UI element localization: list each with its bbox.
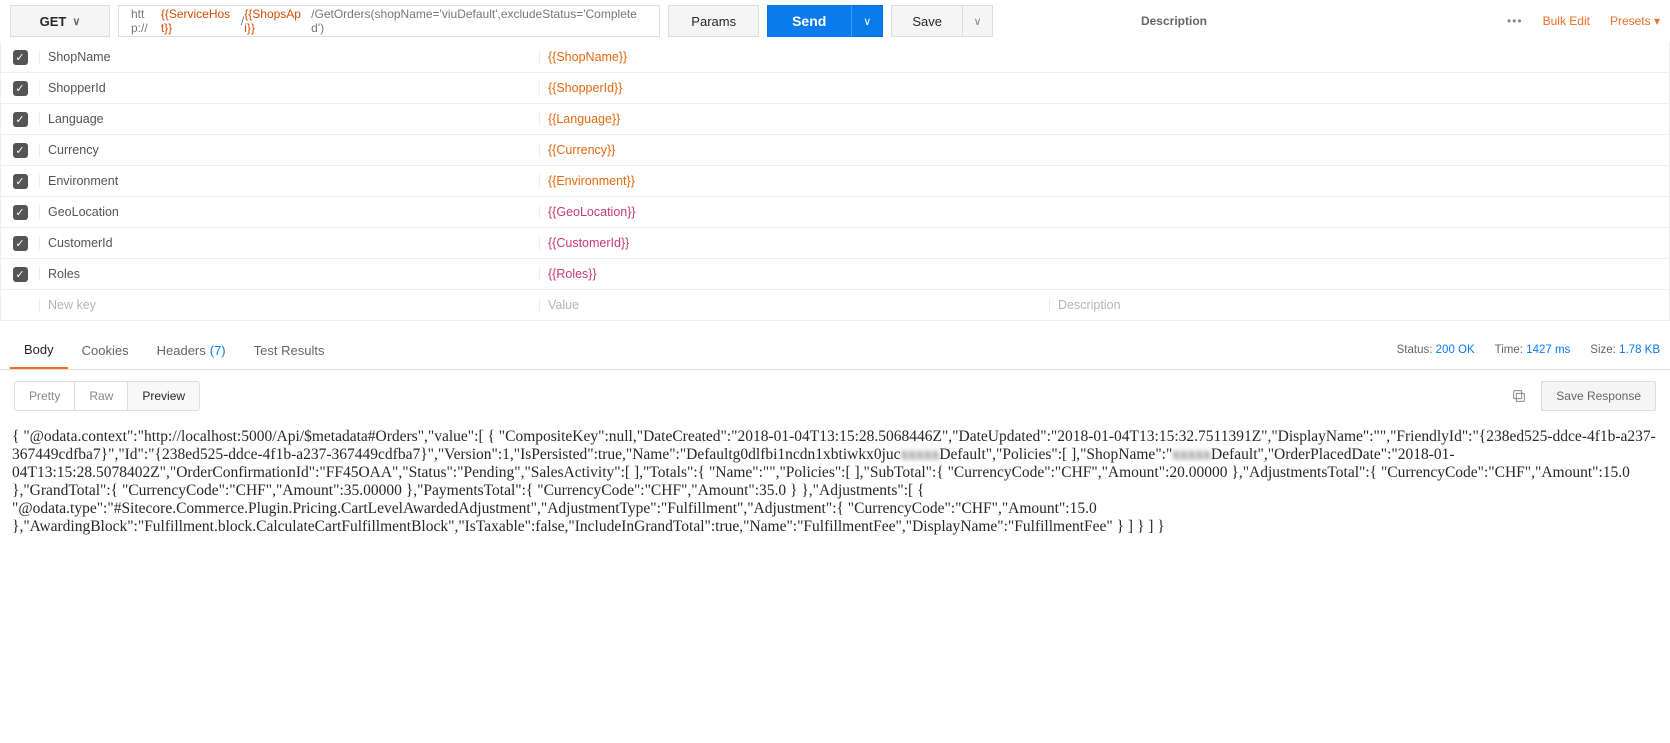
param-row[interactable]: ✓ShopName{{ShopName}} [0,42,1670,73]
param-desc-input[interactable] [1049,298,1669,312]
param-value[interactable]: {{CustomerId}} [539,236,1049,250]
bulk-edit-link[interactable]: Bulk Edit [1543,14,1590,28]
param-row-new[interactable] [0,290,1670,321]
param-key[interactable]: GeoLocation [39,205,539,219]
param-value[interactable]: {{ShopperId}} [539,81,1049,95]
response-meta: Status: 200 OK Time: 1427 ms Size: 1.78 … [1397,344,1660,356]
param-checkbox[interactable]: ✓ [1,205,39,220]
param-checkbox[interactable]: ✓ [1,174,39,189]
param-value[interactable]: {{GeoLocation}} [539,205,1049,219]
tab-body[interactable]: Body [10,331,68,369]
url-input[interactable]: http://{{ServiceHost}}/{{ShopsApi}}/GetO… [118,5,660,37]
copy-icon[interactable] [1511,388,1527,404]
param-row[interactable]: ✓CustomerId{{CustomerId}} [0,228,1670,259]
param-key[interactable]: CustomerId [39,236,539,250]
param-value[interactable]: {{Language}} [539,112,1049,126]
param-key[interactable]: ShopperId [39,81,539,95]
tab-cookies[interactable]: Cookies [68,331,143,369]
param-value[interactable]: {{Roles}} [539,267,1049,281]
view-mode-group: Pretty Raw Preview [14,381,200,411]
tab-headers-label: Headers [157,343,206,358]
presets-dropdown[interactable]: Presets ▾ [1610,14,1660,28]
view-preview[interactable]: Preview [128,382,199,410]
param-row[interactable]: ✓GeoLocation{{GeoLocation}} [0,197,1670,228]
tab-test-results[interactable]: Test Results [240,331,339,369]
param-checkbox[interactable]: ✓ [1,112,39,127]
size-meta: Size: 1.78 KB [1590,344,1660,356]
param-key[interactable]: Language [39,112,539,126]
view-raw[interactable]: Raw [75,382,128,410]
chevron-down-icon: ∨ [863,15,871,28]
param-key[interactable]: Roles [39,267,539,281]
http-method-label: GET [40,14,67,29]
request-bar: GET ∨ http://{{ServiceHost}}/{{ShopsApi}… [0,0,1670,42]
param-row[interactable]: ✓ShopperId{{ShopperId}} [0,73,1670,104]
response-tabs: Body Cookies Headers (7) Test Results St… [0,331,1670,370]
param-value[interactable]: {{Currency}} [539,143,1049,157]
save-button[interactable]: Save [891,5,963,37]
response-body-preview: { "@odata.context":"http://localhost:500… [0,422,1670,542]
headers-count: (7) [210,343,226,358]
param-row[interactable]: ✓Currency{{Currency}} [0,135,1670,166]
time-meta: Time: 1427 ms [1495,344,1571,356]
param-row[interactable]: ✓Roles{{Roles}} [0,259,1670,290]
header-description-label: Description [1141,14,1207,28]
param-key-input[interactable] [39,298,539,312]
send-button-group: Send ∨ [767,5,883,37]
send-dropdown[interactable]: ∨ [851,5,883,37]
send-button[interactable]: Send [767,5,851,37]
save-response-button[interactable]: Save Response [1541,381,1656,411]
param-row[interactable]: ✓Language{{Language}} [0,104,1670,135]
param-checkbox[interactable]: ✓ [1,267,39,282]
param-value[interactable]: {{ShopName}} [539,50,1049,64]
view-pretty[interactable]: Pretty [15,382,75,410]
save-button-group: Save ∨ [891,5,993,37]
chevron-down-icon: ∨ [973,15,981,28]
status-meta: Status: 200 OK [1397,344,1475,356]
response-view-bar: Pretty Raw Preview Save Response [0,370,1670,422]
param-value-input[interactable] [539,298,1049,312]
param-key[interactable]: Environment [39,174,539,188]
chevron-down-icon: ∨ [72,15,80,28]
http-method-select[interactable]: GET ∨ [10,5,110,37]
param-key[interactable]: ShopName [39,50,539,64]
param-checkbox[interactable]: ✓ [1,143,39,158]
param-checkbox[interactable]: ✓ [1,81,39,96]
more-actions-icon[interactable]: ••• [1507,14,1523,28]
param-value[interactable]: {{Environment}} [539,174,1049,188]
params-button[interactable]: Params [668,5,759,37]
param-checkbox[interactable]: ✓ [1,50,39,65]
param-checkbox[interactable]: ✓ [1,236,39,251]
tab-headers[interactable]: Headers (7) [143,331,240,369]
param-key[interactable]: Currency [39,143,539,157]
param-row[interactable]: ✓Environment{{Environment}} [0,166,1670,197]
top-right-actions: Description ••• Bulk Edit Presets ▾ [1141,5,1660,37]
params-table: ✓ShopName{{ShopName}}✓ShopperId{{Shopper… [0,42,1670,321]
save-dropdown[interactable]: ∨ [963,5,993,37]
